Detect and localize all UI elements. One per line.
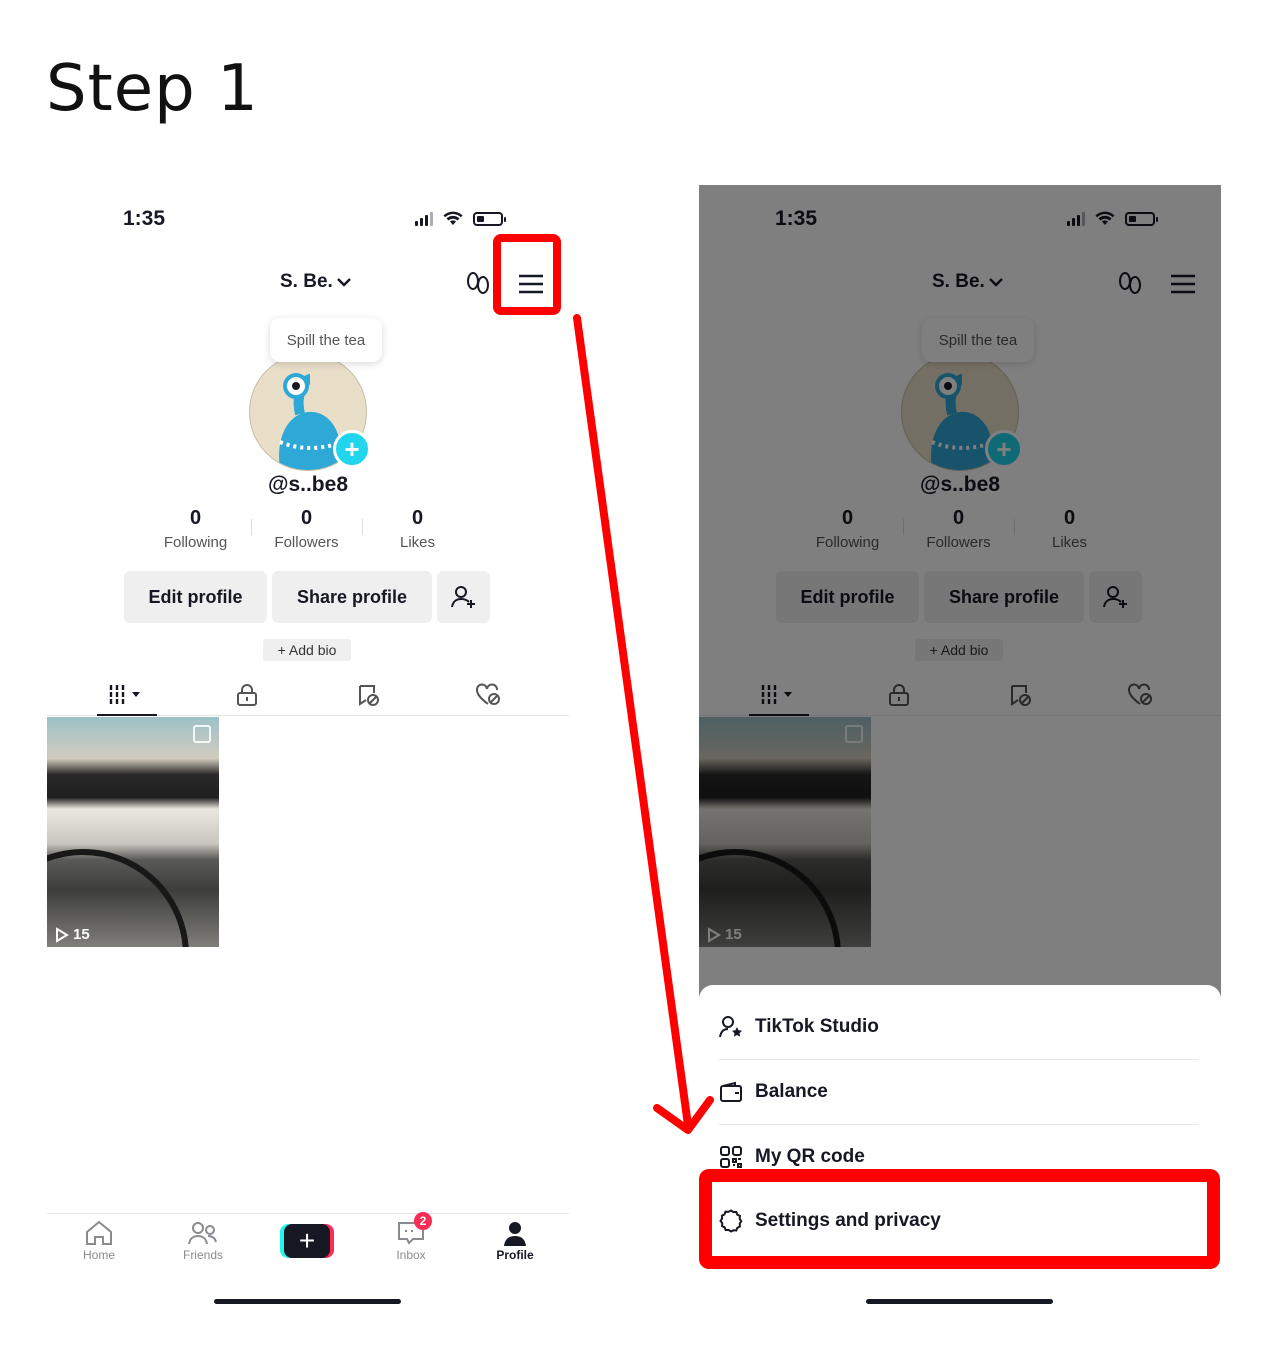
bottom-nav: Home Friends + 2 Inbox Profile [47,1212,569,1276]
wallet-icon [720,1081,742,1102]
nav-label: Friends [182,1248,223,1262]
person-add-icon [450,586,475,608]
inbox-badge: 2 [414,1212,432,1230]
stat-value: 0 [189,507,202,529]
status-time: 1:35 [123,207,166,230]
profile-tabs [47,675,569,716]
lock-icon [237,684,257,706]
stat-value: 0 [300,507,313,529]
menu-sheet: TikTok Studio Balance My QR code Setting… [699,985,1221,1320]
step-title: Step 1 [46,52,259,126]
stat-value: 0 [411,507,424,529]
tab-reposts[interactable] [339,675,399,715]
nav-label: Profile [496,1248,534,1262]
bookmark-hidden-icon [359,685,379,706]
view-count-value: 15 [73,926,90,943]
nav-profile[interactable]: Profile [475,1220,555,1262]
plus-icon: + [284,1224,330,1258]
highlight-menu-button [493,234,561,315]
multi-clip-icon [193,725,211,743]
home-indicator [866,1299,1053,1304]
view-count: 15 [55,926,90,943]
stat-label: Likes [399,534,436,551]
menu-item-label: TikTok Studio [755,1016,879,1037]
status-icons [415,211,506,226]
tab-private[interactable] [217,675,277,715]
tab-liked[interactable] [459,675,519,715]
video-thumbnail[interactable]: 15 [47,717,219,947]
add-friend-button[interactable] [437,571,490,623]
stat-followers[interactable]: 0 Followers [251,507,362,551]
phone-screen-menu: 1:35 S. Be. Spill the tea + @s..be8 0Fol… [699,185,1221,1320]
footprints-icon[interactable] [465,271,491,297]
stat-label: Followers [274,534,339,551]
profile-stats: 0 Following 0 Followers 0 Likes [140,507,473,551]
add-bio-button[interactable]: + Add bio [263,639,351,661]
battery-icon [473,211,506,226]
menu-item-tiktok-studio[interactable]: TikTok Studio [719,995,1199,1060]
nav-inbox[interactable]: 2 Inbox [371,1212,451,1262]
stat-likes[interactable]: 0 Likes [362,507,473,551]
account-switcher[interactable]: S. Be. [280,271,351,293]
highlight-settings-item [699,1169,1220,1269]
stat-label: Following [163,534,228,551]
menu-item-balance[interactable]: Balance [719,1060,1199,1125]
nav-label: Inbox [396,1248,426,1262]
stat-following[interactable]: 0 Following [140,507,251,551]
profile-icon [504,1222,526,1246]
wifi-icon [443,211,463,225]
edit-profile-button[interactable]: Edit profile [124,571,267,623]
profile-actions: Edit profile Share profile [124,571,490,623]
display-name: S. Be. [280,271,333,292]
grid-filter-icon [109,685,140,705]
profile-handle: @s..be8 [267,473,348,496]
home-icon [86,1220,112,1245]
note-bubble[interactable]: Spill the tea [270,318,382,362]
nav-home[interactable]: Home [59,1220,139,1262]
menu-item-label: My QR code [755,1146,865,1167]
create-button[interactable]: + [280,1224,334,1258]
chevron-down-icon [336,278,351,287]
phone-screen-profile: 1:35 S. Be. Spill the tea + @s..be8 0 Fol… [47,185,569,1320]
share-profile-button[interactable]: Share profile [272,571,432,623]
add-avatar-button[interactable]: + [333,430,371,468]
heart-hidden-icon [476,683,500,705]
qr-code-icon [720,1146,742,1168]
play-icon [56,926,69,943]
tab-videos[interactable] [97,675,157,716]
home-indicator [214,1299,401,1304]
person-star-icon [719,1016,742,1038]
friends-icon [188,1222,217,1245]
signal-icon [415,211,433,226]
nav-label: Home [82,1248,115,1262]
menu-item-label: Balance [755,1081,828,1102]
nav-friends[interactable]: Friends [163,1220,243,1262]
